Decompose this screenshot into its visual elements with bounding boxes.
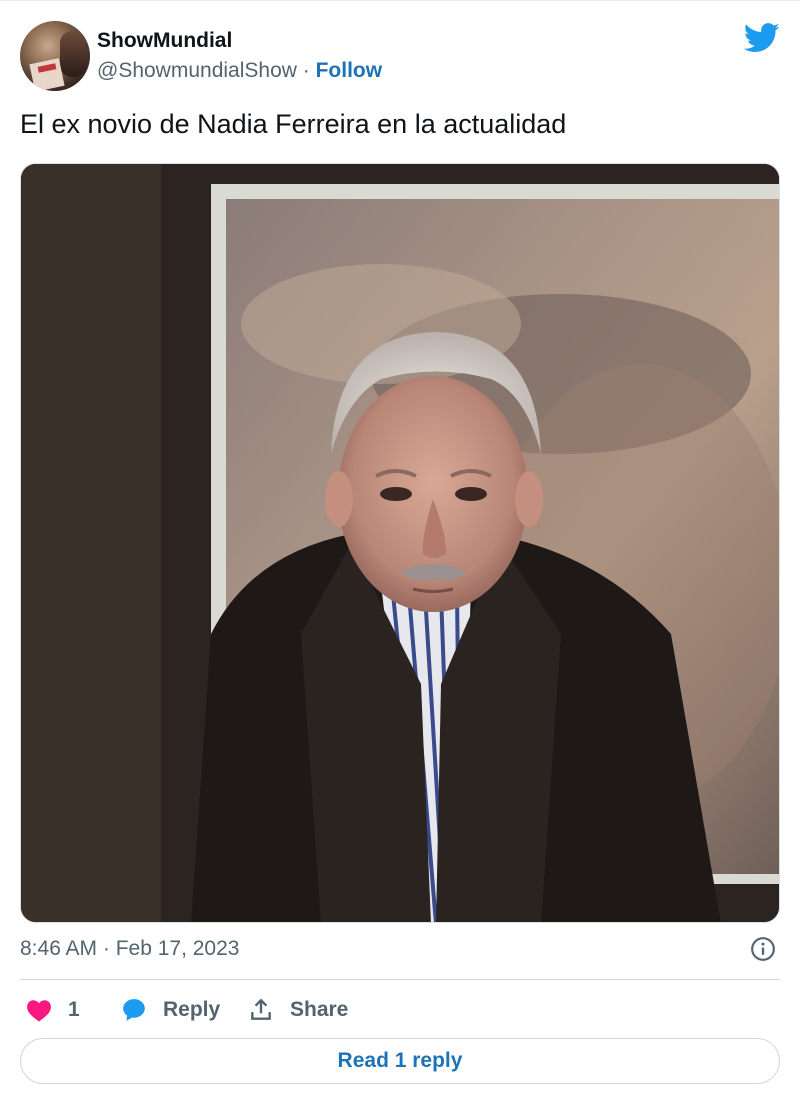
tweet-timestamp[interactable]: 8:46 AM · Feb 17, 2023 [20, 937, 239, 961]
author-name[interactable]: ShowMundial [97, 29, 232, 53]
tweet-card: ShowMundial @ShowmundialShow · Follow El… [0, 0, 800, 1094]
info-icon[interactable] [750, 936, 776, 962]
share-arrow-icon [251, 999, 271, 1020]
twitter-bird-icon[interactable] [744, 23, 780, 53]
avatar-figure-secondary [29, 58, 65, 91]
speech-bubble-icon [123, 999, 145, 1021]
author-handle-row: @ShowmundialShow · Follow [97, 59, 382, 83]
author-handle[interactable]: @ShowmundialShow [97, 59, 297, 82]
share-button[interactable]: Share [248, 995, 348, 1025]
author-avatar[interactable] [20, 21, 90, 91]
divider [20, 979, 780, 980]
reply-label: Reply [163, 998, 221, 1021]
like-button[interactable]: 1 [26, 995, 80, 1025]
photo-illustration [21, 164, 779, 922]
tweet-photo[interactable] [20, 163, 780, 923]
like-count: 1 [68, 998, 80, 1021]
reply-button[interactable]: Reply [120, 995, 220, 1025]
avatar-figure [60, 31, 86, 77]
tweet-text: El ex novio de Nadia Ferreira en la actu… [20, 109, 567, 139]
share-label: Share [290, 998, 349, 1021]
follow-button[interactable]: Follow [316, 59, 383, 82]
handle-separator: · [302, 59, 310, 82]
heart-icon [27, 1000, 51, 1022]
read-reply-button[interactable]: Read 1 reply [20, 1038, 780, 1084]
